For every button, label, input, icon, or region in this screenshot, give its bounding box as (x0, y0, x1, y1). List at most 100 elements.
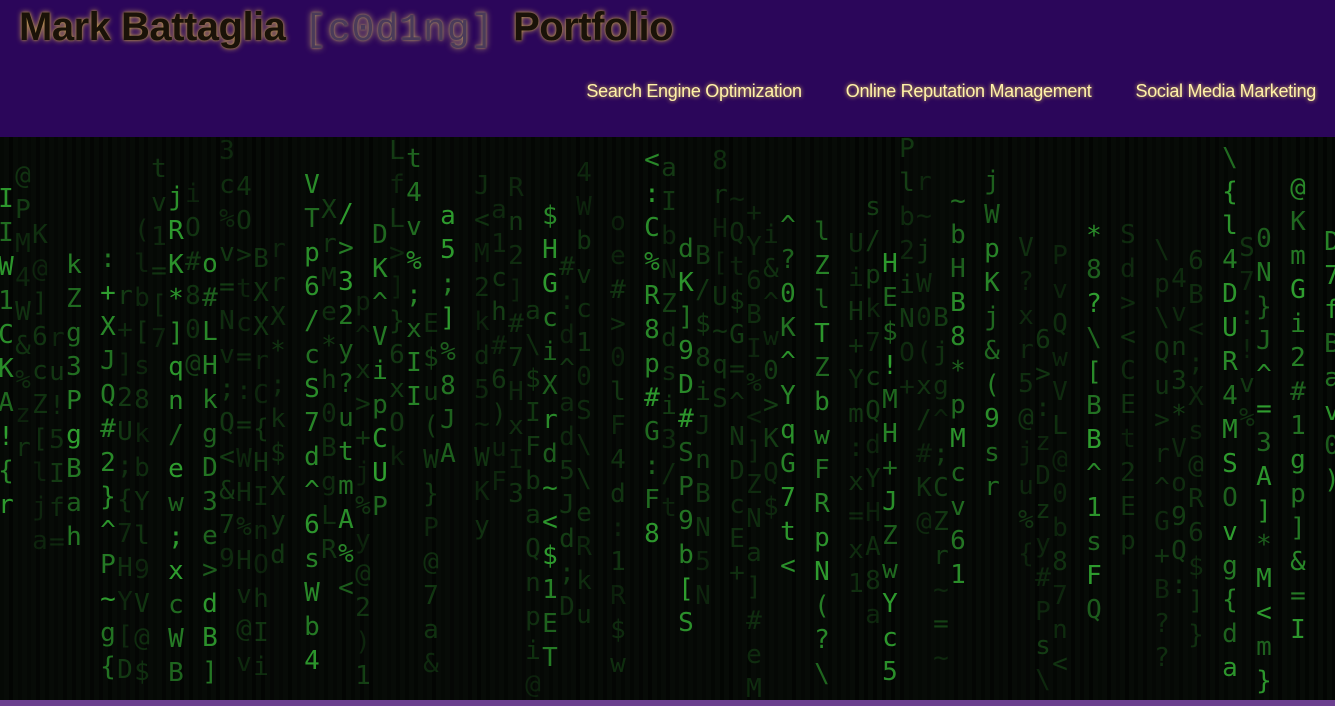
svg-text:v: v (1052, 275, 1068, 305)
svg-text:I: I (525, 398, 541, 428)
svg-text:y: y (474, 511, 490, 541)
svg-text:q: q (712, 350, 728, 380)
svg-text:J: J (474, 171, 490, 201)
svg-text:?: ? (1154, 609, 1170, 639)
svg-text:?: ? (1086, 289, 1102, 319)
svg-text:j: j (916, 235, 932, 265)
svg-text:6: 6 (389, 340, 405, 370)
svg-text:3: 3 (661, 425, 677, 455)
svg-text:@: @ (355, 559, 371, 589)
site-title[interactable]: Mark Battaglia [c0d1ng] Portfolio (19, 2, 674, 56)
svg-text:@: @ (525, 670, 541, 700)
svg-text:P: P (100, 550, 116, 580)
svg-text:N: N (695, 513, 711, 543)
svg-text:K: K (474, 477, 490, 507)
svg-text:r: r (270, 234, 286, 264)
svg-text:3: 3 (202, 487, 218, 517)
svg-text:I: I (661, 187, 677, 217)
svg-text:!: ! (882, 351, 898, 381)
svg-text:O: O (236, 206, 252, 236)
svg-text:7: 7 (117, 519, 133, 549)
svg-text:B: B (1086, 391, 1102, 421)
svg-text:X: X (253, 278, 269, 308)
svg-text:@: @ (236, 614, 252, 644)
svg-text:H: H (712, 214, 728, 244)
svg-text:0: 0 (185, 315, 201, 345)
svg-text:a: a (661, 153, 677, 183)
svg-text:r: r (933, 541, 949, 571)
svg-text:j: j (984, 302, 1000, 332)
svg-text:I: I (746, 334, 762, 364)
svg-text:k: k (389, 442, 405, 472)
svg-text:%: % (644, 247, 660, 277)
svg-text:0: 0 (321, 399, 337, 429)
svg-text:;: ; (168, 522, 184, 552)
svg-text:]: ] (117, 349, 133, 379)
svg-text:+: + (729, 558, 745, 588)
svg-text:2: 2 (1290, 343, 1306, 373)
svg-text:Q: Q (763, 458, 779, 488)
svg-text:B: B (1154, 575, 1170, 605)
svg-text:U: U (1222, 313, 1238, 343)
svg-text:M: M (882, 385, 898, 415)
svg-text:C: C (0, 320, 14, 350)
svg-text:W: W (15, 297, 31, 327)
svg-text:~: ~ (950, 186, 966, 216)
svg-text:G: G (1154, 507, 1170, 537)
svg-text:@: @ (15, 161, 31, 191)
svg-text:V: V (304, 170, 320, 200)
nav-item-reputation-management[interactable]: Online Reputation Management (846, 81, 1092, 102)
svg-text:c: c (950, 458, 966, 488)
nav-item-seo[interactable]: Search Engine Optimization (586, 81, 802, 102)
nav-item-social-media-marketing[interactable]: Social Media Marketing (1136, 81, 1317, 102)
svg-text:i: i (372, 356, 388, 386)
svg-text:=: = (1290, 581, 1306, 611)
svg-text:;: ; (117, 451, 133, 481)
svg-text:F: F (610, 411, 626, 441)
svg-text:X: X (100, 312, 116, 342)
svg-text:F: F (491, 467, 507, 497)
svg-text:i: i (1290, 309, 1306, 339)
svg-text:t: t (729, 252, 745, 282)
svg-text:r: r (984, 472, 1000, 502)
svg-text:m: m (1290, 241, 1306, 271)
svg-text:H: H (848, 297, 864, 327)
svg-text:W: W (916, 269, 932, 299)
svg-text:[: [ (678, 574, 694, 604)
svg-text:@: @ (134, 623, 150, 653)
svg-text:^: ^ (559, 354, 575, 384)
svg-text:^: ^ (1256, 360, 1272, 390)
svg-text:$: $ (695, 309, 711, 339)
svg-text:}: } (1256, 292, 1272, 322)
svg-text:s: s (1035, 631, 1051, 661)
svg-text:0: 0 (1324, 431, 1335, 461)
svg-text:I: I (253, 618, 269, 648)
svg-text:\: \ (1035, 665, 1051, 695)
svg-text:#: # (508, 309, 524, 339)
svg-text:4: 4 (1222, 381, 1238, 411)
svg-text:): ) (355, 627, 371, 657)
svg-text:!: ! (1239, 335, 1255, 365)
svg-text:w: w (1052, 343, 1068, 373)
svg-text:/: / (865, 226, 881, 256)
svg-text:Q: Q (1171, 536, 1187, 566)
svg-text:a: a (559, 388, 575, 418)
svg-text:B: B (933, 303, 949, 333)
svg-text:l: l (1222, 211, 1238, 241)
svg-text:5: 5 (1018, 369, 1034, 399)
svg-text:y: y (270, 506, 286, 536)
svg-text:%: % (440, 337, 456, 367)
svg-text:A: A (1256, 462, 1272, 492)
svg-text:5: 5 (474, 375, 490, 405)
svg-text:S: S (678, 438, 694, 468)
svg-text:p: p (355, 287, 371, 317)
svg-text:#: # (559, 252, 575, 282)
svg-text:[: [ (712, 248, 728, 278)
svg-text:+: + (100, 278, 116, 308)
svg-text:%: % (1018, 505, 1034, 535)
svg-text:x: x (1018, 301, 1034, 331)
svg-text::: : (610, 513, 626, 543)
svg-text:I: I (49, 459, 65, 489)
svg-text:]: ] (32, 288, 48, 318)
svg-text:S: S (1222, 449, 1238, 479)
